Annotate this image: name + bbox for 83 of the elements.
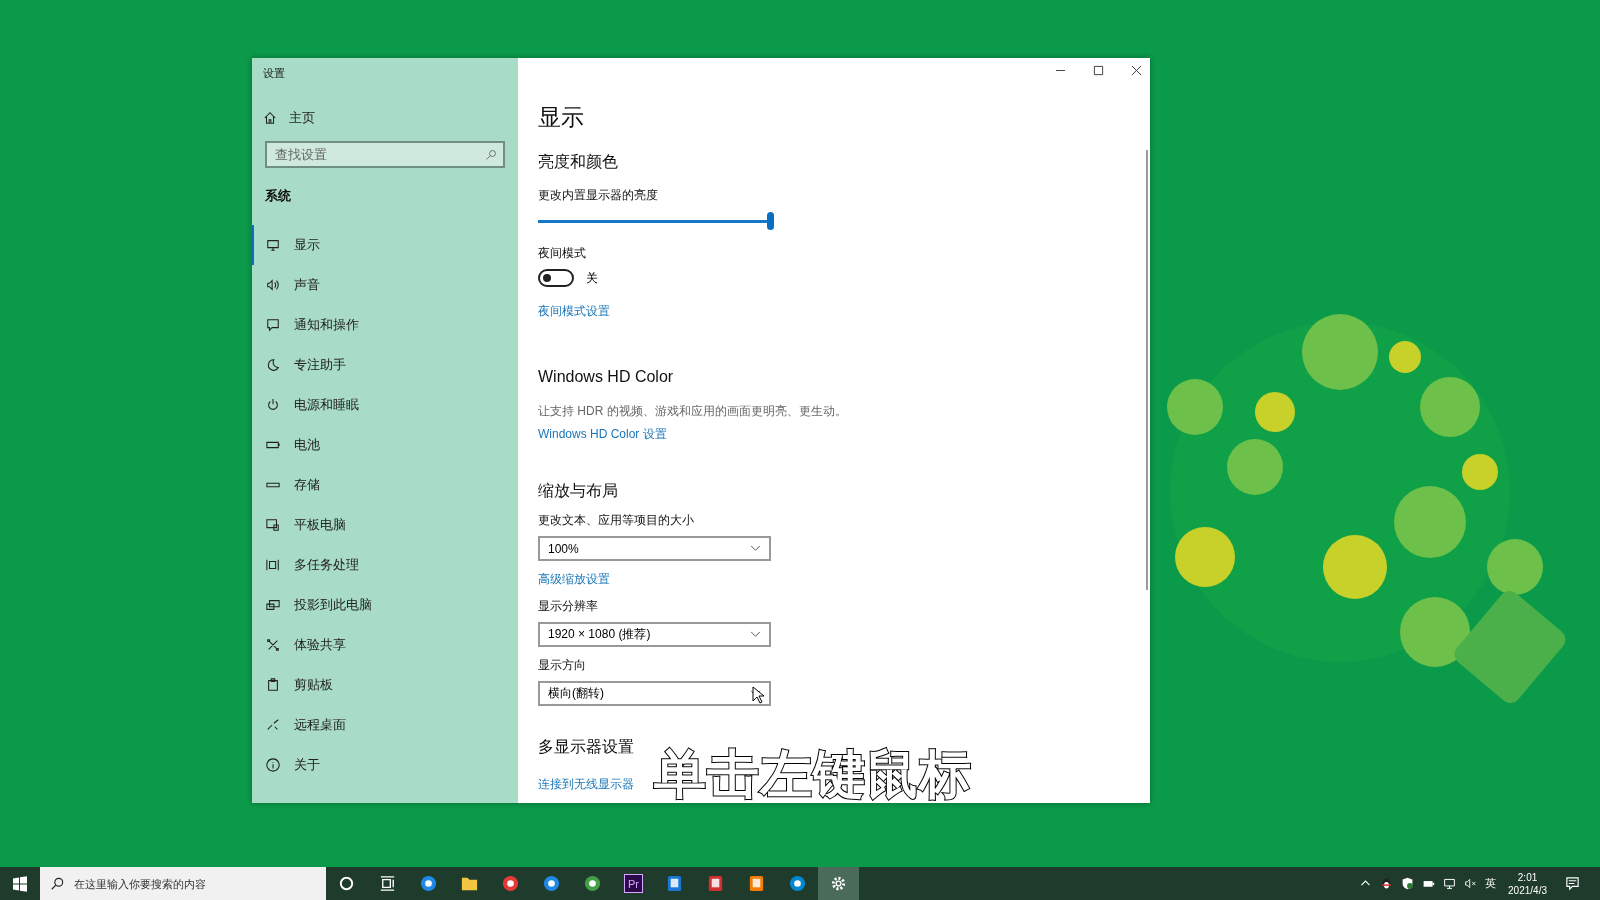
chevron-icon [750,545,761,552]
share-icon [266,638,280,652]
dropdown[interactable]: 横向(翻转) [538,681,771,706]
browser-icon[interactable] [419,874,438,893]
hd-color-link[interactable]: Windows HD Color 设置 [538,426,667,443]
toggle-switch[interactable] [538,269,574,287]
sidebar-item[interactable]: 显示 [251,225,506,265]
brightness-slider[interactable] [538,211,771,231]
caption: 单击左键鼠标 [654,744,972,805]
description: 让支持 HDR 的视频、游戏和应用的画面更明亮、更生动。 [538,403,848,420]
clock-date[interactable]: 2021/4/3 [1508,883,1547,897]
multitask-icon [266,558,280,572]
sidebar-item[interactable]: 关于 [251,745,506,785]
slider-label: 更改内置显示器的亮度 [538,187,659,203]
shield-icon[interactable] [1401,877,1415,890]
network-icon[interactable] [1443,877,1457,890]
chevron-icon [750,631,761,638]
slider-thumb[interactable] [767,212,774,230]
section-heading: 多显示器设置 [538,737,635,757]
sidebar-item[interactable]: 平板电脑 [251,505,506,545]
dropdown-label: 显示方向 [538,657,587,673]
browser-icon[interactable] [542,874,561,893]
muted-speaker-icon[interactable] [1464,877,1478,890]
app-icon[interactable] [706,874,725,893]
home-link[interactable]: 主页 [263,109,506,127]
sidebar-item[interactable]: 存储 [251,465,506,505]
scrollbar[interactable] [1146,150,1148,590]
app-icon[interactable] [747,874,766,893]
scaling-link[interactable]: 高级缩放设置 [538,571,610,588]
circle-icon[interactable] [337,874,356,893]
wireless-display-link[interactable]: 连接到无线显示器 [538,776,634,793]
penguin-icon[interactable] [1380,877,1394,890]
sidebar-item[interactable]: 剪贴板 [251,665,506,705]
clock-time[interactable]: 2:01 [1517,870,1538,884]
sidebar-item[interactable]: 多任务处理 [251,545,506,585]
app-icon[interactable] [665,874,684,893]
sidebar-item[interactable]: 专注助手 [251,345,506,385]
remote-icon [266,718,280,732]
section-heading: 系统 [265,187,292,205]
project-icon [266,598,280,612]
sidebar-item[interactable]: 体验共享 [251,625,506,665]
task-view-icon[interactable] [378,874,397,893]
search-icon [485,149,497,161]
page-title: 显示 [538,103,585,131]
sidebar-item[interactable]: 投影到此电脑 [251,585,506,625]
cursor-icon [752,686,764,704]
close-icon[interactable] [1131,65,1142,76]
section-heading: Windows HD Color [538,367,675,387]
sidebar-item[interactable]: 声音 [251,265,506,305]
settings-icon[interactable] [829,874,848,893]
dropdown-label: 更改文本、应用等项目的大小 [538,512,695,528]
maximize-icon[interactable] [1093,65,1104,76]
power-icon [266,398,280,412]
moon-icon [266,358,280,372]
input-method-indicator[interactable]: 英 [1485,876,1497,891]
notification-icon[interactable] [1565,876,1580,891]
browser-icon[interactable] [788,874,807,893]
sidebar-item[interactable]: 远程桌面 [251,705,506,745]
dropdown[interactable]: 1920 × 1080 (推荐) [538,622,771,647]
browser-icon[interactable] [583,874,602,893]
sidebar-item[interactable]: 电池 [251,425,506,465]
sidebar-item[interactable]: 通知和操作 [251,305,506,345]
message-icon [266,318,280,332]
taskbar-search-field[interactable]: 在这里输入你要搜索的内容 [40,867,326,900]
browser-icon[interactable] [501,874,520,893]
dropdown[interactable]: 100% [538,536,771,561]
sidebar-item[interactable]: 电源和睡眠 [251,385,506,425]
speaker-icon [266,278,280,292]
dropdown-label: 显示分辨率 [538,598,599,614]
monitor-icon [266,238,280,252]
window-title: 设置 [262,66,286,81]
toggle-label: 夜间模式 [538,245,587,261]
tablet-icon [266,518,280,532]
search-field[interactable]: 查找设置 [265,141,505,168]
section-heading: 缩放与布局 [538,481,619,501]
windows-logo-icon[interactable] [12,875,28,892]
home-icon [263,111,277,125]
night-light-link[interactable]: 夜间模式设置 [538,303,610,320]
app-button[interactable]: Pr [613,867,654,900]
toggle-state: 关 [586,269,598,287]
clipboard-icon [266,678,280,692]
section-heading: 亮度和颜色 [538,152,619,172]
info-icon [266,758,280,772]
